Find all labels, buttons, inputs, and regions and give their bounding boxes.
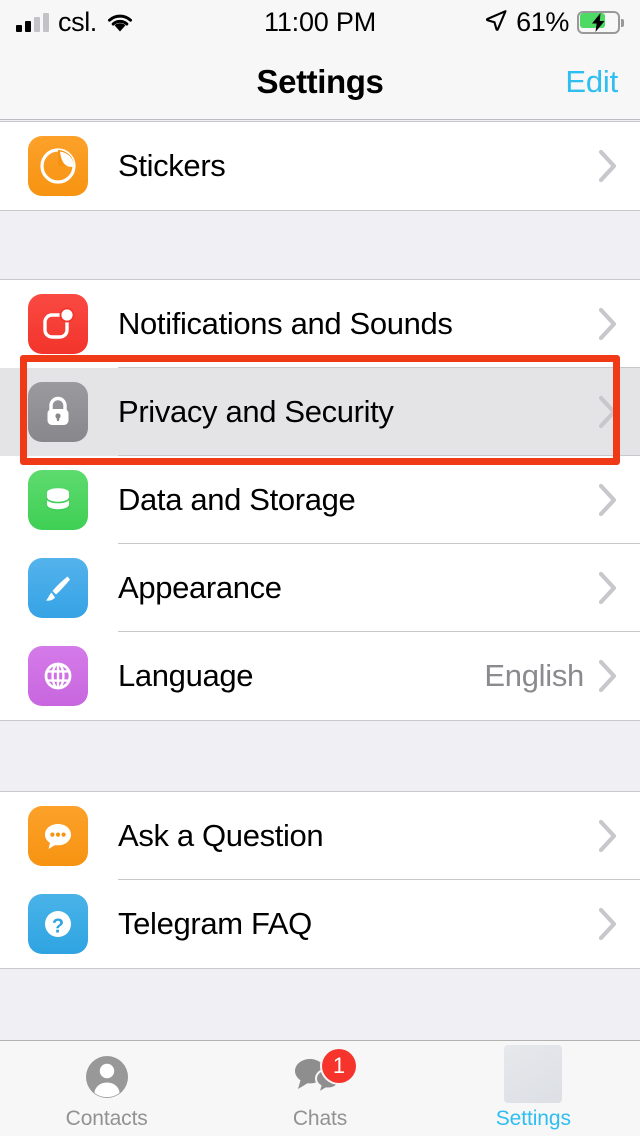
person-icon bbox=[81, 1053, 133, 1103]
settings-row-label: Telegram FAQ bbox=[118, 906, 312, 941]
section-gap bbox=[0, 721, 640, 791]
settings-row-privacy-and-security[interactable]: Privacy and Security bbox=[0, 368, 640, 456]
chat-bubble-icon bbox=[28, 806, 88, 866]
chevron-right-icon bbox=[598, 659, 618, 693]
chevron-right-icon bbox=[598, 395, 618, 429]
settings-row-label: Language bbox=[118, 658, 254, 693]
question-mark-icon: ? bbox=[28, 894, 88, 954]
chevron-right-icon bbox=[598, 819, 618, 853]
tab-label: Settings bbox=[495, 1106, 571, 1130]
page-title: Settings bbox=[256, 62, 384, 100]
settings-row-ask-a-question[interactable]: Ask a Question bbox=[0, 792, 640, 880]
settings-row-stickers[interactable]: Stickers bbox=[0, 122, 640, 210]
chat-bubbles-icon: 1 bbox=[292, 1048, 356, 1103]
location-arrow-icon bbox=[484, 8, 508, 37]
tab-chats[interactable]: 1 Chats bbox=[213, 1041, 426, 1136]
navigation-bar: Settings Edit bbox=[0, 44, 640, 120]
sticker-icon bbox=[28, 136, 88, 196]
globe-icon bbox=[28, 646, 88, 706]
settings-row-label: Stickers bbox=[118, 148, 226, 183]
settings-row-label: Notifications and Sounds bbox=[118, 306, 453, 341]
status-bar-right: 61% bbox=[484, 7, 624, 38]
tab-bar: Contacts 1 Chats Settings bbox=[0, 1040, 640, 1136]
svg-text:?: ? bbox=[52, 916, 64, 938]
tab-contacts[interactable]: Contacts bbox=[0, 1041, 213, 1136]
settings-row-label: Appearance bbox=[118, 570, 282, 605]
settings-list[interactable]: Stickers Notifications and Sounds Privac… bbox=[0, 121, 640, 1040]
settings-row-notifications-and-sounds[interactable]: Notifications and Sounds bbox=[0, 280, 640, 368]
battery-percent-label: 61% bbox=[516, 6, 569, 37]
database-icon bbox=[28, 470, 88, 530]
wifi-icon bbox=[106, 12, 134, 33]
section-gap bbox=[0, 211, 640, 279]
stickers-section: Stickers bbox=[0, 121, 640, 211]
chevron-right-icon bbox=[598, 149, 618, 183]
bell-notification-icon bbox=[28, 294, 88, 354]
settings-row-value: English bbox=[484, 658, 584, 693]
chevron-right-icon bbox=[598, 307, 618, 341]
main-settings-section: Notifications and Sounds Privacy and Sec… bbox=[0, 279, 640, 721]
settings-row-label: Ask a Question bbox=[118, 818, 324, 853]
tab-label: Contacts bbox=[65, 1106, 148, 1130]
tab-label: Chats bbox=[292, 1106, 348, 1130]
carrier-label: csl. bbox=[58, 6, 97, 37]
chats-unread-badge: 1 bbox=[321, 1048, 356, 1083]
settings-placeholder-icon bbox=[504, 1044, 563, 1103]
status-bar: csl. 11:00 PM 61% bbox=[0, 0, 640, 44]
settings-row-appearance[interactable]: Appearance bbox=[0, 544, 640, 632]
edit-button[interactable]: Edit bbox=[565, 64, 618, 100]
battery-charging-icon bbox=[577, 10, 624, 34]
settings-row-data-and-storage[interactable]: Data and Storage bbox=[0, 456, 640, 544]
chevron-right-icon bbox=[598, 907, 618, 941]
settings-row-label: Data and Storage bbox=[118, 482, 356, 517]
tab-settings[interactable]: Settings bbox=[427, 1041, 640, 1136]
status-bar-left: csl. bbox=[16, 6, 134, 37]
help-section: Ask a Question ? Telegram FAQ bbox=[0, 791, 640, 969]
cellular-signal-icon bbox=[16, 12, 49, 32]
chevron-right-icon bbox=[598, 483, 618, 517]
settings-row-telegram-faq[interactable]: ? Telegram FAQ bbox=[0, 880, 640, 968]
chevron-right-icon bbox=[598, 571, 618, 605]
paintbrush-icon bbox=[28, 558, 88, 618]
settings-row-label: Privacy and Security bbox=[118, 394, 394, 429]
lock-icon bbox=[28, 382, 88, 442]
settings-row-language[interactable]: Language English bbox=[0, 632, 640, 720]
